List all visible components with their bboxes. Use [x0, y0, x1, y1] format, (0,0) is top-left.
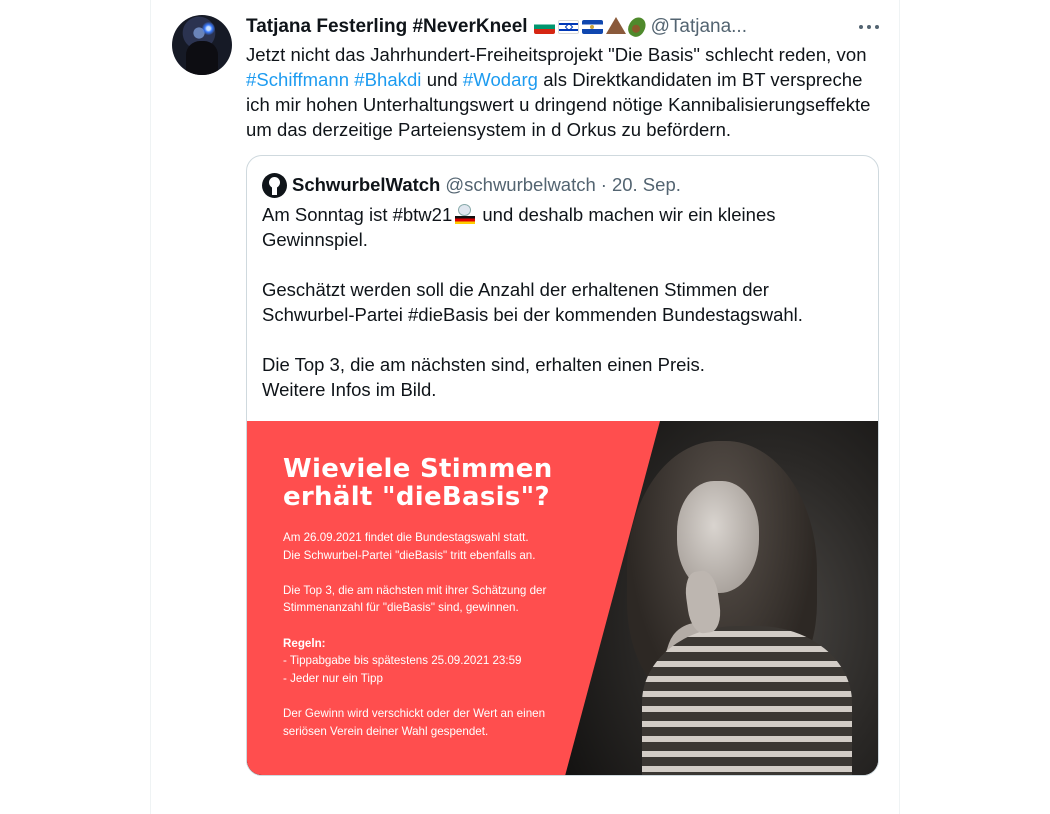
author-avatar[interactable]	[172, 15, 232, 75]
tweet-content: Tatjana Festerling #NeverKneel @Tatjana.…	[246, 14, 879, 776]
promo-title-line1: Wieviele Stimmen	[283, 454, 553, 484]
author-handle[interactable]: @Tatjana...	[651, 16, 747, 38]
quoted-tweet-date[interactable]: 20. Sep.	[612, 174, 681, 196]
photo-girl-striped-shirt	[642, 626, 852, 775]
quoted-author-avatar[interactable]	[262, 172, 287, 198]
quoted-tweet-card[interactable]: SchwurbelWatch @schwurbelwatch · 20. Sep…	[246, 155, 879, 776]
promo-para1: Am 26.09.2021 findet die Bundestagswahl …	[283, 531, 536, 562]
avatar-shirt	[186, 41, 218, 75]
quoted-tweet-image[interactable]: Wieviele Stimmen erhält "dieBasis"? Am 2…	[247, 421, 878, 775]
hashtag-link[interactable]: #Wodarg	[463, 69, 538, 90]
quoted-author-handle[interactable]: @schwurbelwatch	[445, 174, 595, 196]
rules-heading: Regeln:	[283, 636, 326, 650]
quoted-text-start: Am Sonntag ist #btw21	[262, 204, 453, 225]
hashtag-link[interactable]: #Bhakdi	[354, 69, 421, 90]
promo-title: Wieviele Stimmen erhält "dieBasis"?	[283, 455, 583, 511]
name-emoji-group	[533, 14, 649, 40]
separator-dot: ·	[600, 174, 607, 195]
tweet-text-part: und	[426, 69, 458, 90]
avatar-glow	[202, 22, 215, 35]
more-options-icon[interactable]	[859, 17, 879, 37]
tweet-text-part: Jetzt nicht das Jahrhundert-Freiheitspro…	[246, 44, 867, 65]
el-salvador-flag-icon	[581, 20, 603, 34]
quoted-tweet-header: SchwurbelWatch @schwurbelwatch · 20. Sep…	[247, 156, 878, 198]
author-display-name[interactable]: Tatjana Festerling #NeverKneel	[246, 16, 528, 38]
quoted-tweet-text: Am Sonntag ist #btw21 und deshalb machen…	[247, 198, 878, 421]
promo-para2: Die Top 3, die am nächsten mit ihrer Sch…	[283, 583, 547, 615]
tweet-text: Jetzt nicht das Jahrhundert-Freiheitspro…	[246, 42, 879, 142]
promo-title-line2: erhält "dieBasis"?	[283, 482, 550, 512]
hashtag-link[interactable]: #Schiffmann	[246, 69, 349, 90]
quoted-author-name[interactable]: SchwurbelWatch	[292, 174, 440, 196]
avocado-icon	[624, 14, 649, 40]
promo-para3: Der Gewinn wird verschickt oder der Wert…	[283, 706, 546, 738]
bulgaria-flag-icon	[533, 20, 555, 34]
tweet-header: Tatjana Festerling #NeverKneel @Tatjana.…	[246, 14, 879, 40]
promo-text-block: Wieviele Stimmen erhält "dieBasis"? Am 2…	[283, 455, 583, 740]
timeline-column: Tatjana Festerling #NeverKneel @Tatjana.…	[150, 0, 900, 814]
quoted-text-rest: Geschätzt werden soll die Anzahl der erh…	[262, 279, 803, 400]
promo-body: Am 26.09.2021 findet die Bundestagswahl …	[283, 529, 583, 740]
ballot-box-germany-icon	[454, 204, 476, 224]
rules-list: - Tippabgabe bis spätestens 25.09.2021 2…	[283, 654, 522, 685]
israel-flag-icon	[557, 20, 579, 34]
volcano-icon	[605, 16, 626, 34]
